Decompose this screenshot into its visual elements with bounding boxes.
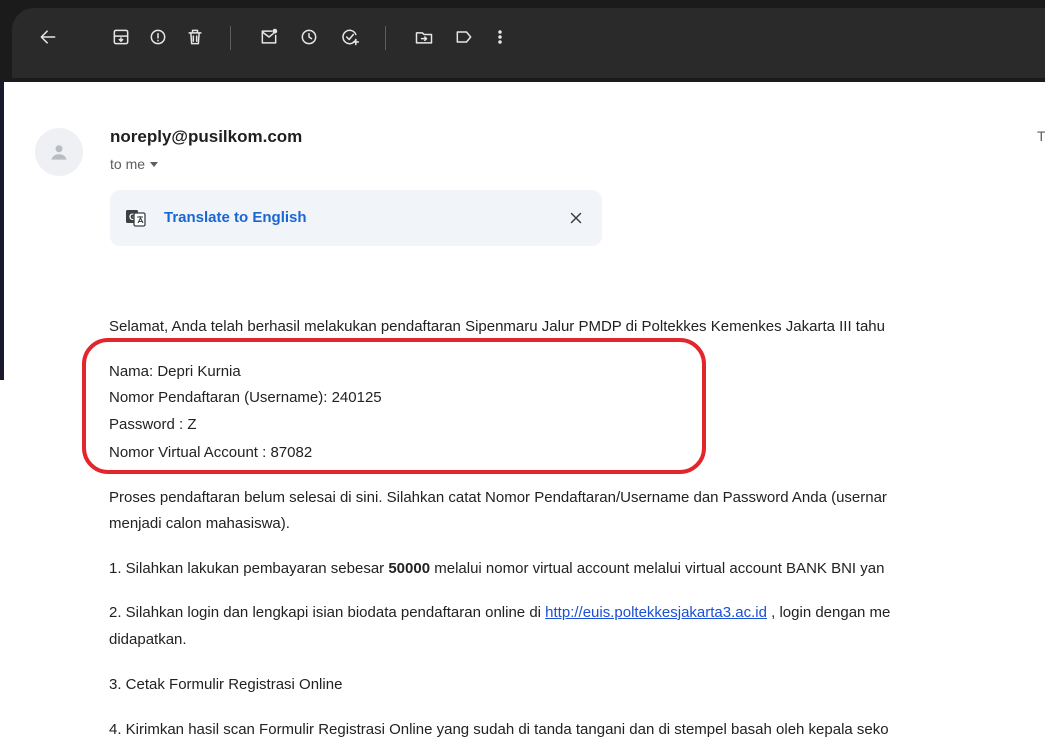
process-text-line1: Proses pendaftaran belum selesai di sini… [109,489,887,506]
snooze-icon[interactable] [297,25,321,49]
step-2: 2. Silahkan login dan lengkapi isian bio… [109,604,890,622]
step-1-prefix: 1. Silahkan lakukan pembayaran sebesar [109,560,389,577]
move-to-icon[interactable] [412,25,436,49]
date-fragment: T [1037,128,1045,144]
step-2-prefix: 2. Silahkan login dan lengkapi isian bio… [109,604,546,621]
sender-name[interactable]: noreply@pusilkom.com [110,127,302,147]
step-1: 1. Silahkan lakukan pembayaran sebesar 5… [109,560,884,578]
recipient-dropdown[interactable]: to me [110,156,159,172]
translate-banner: G Translate to English [110,190,602,246]
payment-amount: 50000 [388,560,431,577]
back-arrow-icon[interactable] [36,25,60,49]
archive-icon[interactable] [109,25,133,49]
person-icon [51,145,67,160]
more-vert-icon[interactable] [488,25,512,49]
toolbar [0,0,1045,82]
highlight-box [82,338,706,474]
step-2-line2: didapatkan. [109,631,187,648]
label-icon[interactable] [452,25,476,49]
sender-avatar[interactable] [35,128,83,176]
step-4: 4. Kirimkan hasil scan Formulir Registra… [109,721,889,738]
email-view: noreply@pusilkom.com to me T G Translate… [0,0,1045,745]
add-to-tasks-icon[interactable] [338,25,362,49]
delete-icon[interactable] [183,25,207,49]
recipient-label: to me [110,156,146,172]
intro-text: Selamat, Anda telah berhasil melakukan p… [109,318,885,335]
process-text-line2: menjadi calon mahasiswa). [109,515,290,532]
translate-link[interactable]: Translate to English [164,209,307,226]
report-spam-icon[interactable] [146,25,170,49]
chevron-down-icon [150,162,159,167]
step-2-suffix: , login dengan me [766,604,891,621]
left-edge [0,80,4,380]
toolbar-divider-2 [385,26,386,50]
step-3: 3. Cetak Formulir Registrasi Online [109,676,343,693]
toolbar-divider [230,26,231,50]
mark-unread-icon[interactable] [257,25,281,49]
close-icon[interactable] [564,206,588,230]
registration-link[interactable]: http://euis.poltekkesjakarta3.ac.id [545,604,767,621]
translate-icon: G [126,210,146,227]
step-1-suffix: melalui nomor virtual account melalui vi… [430,560,885,577]
